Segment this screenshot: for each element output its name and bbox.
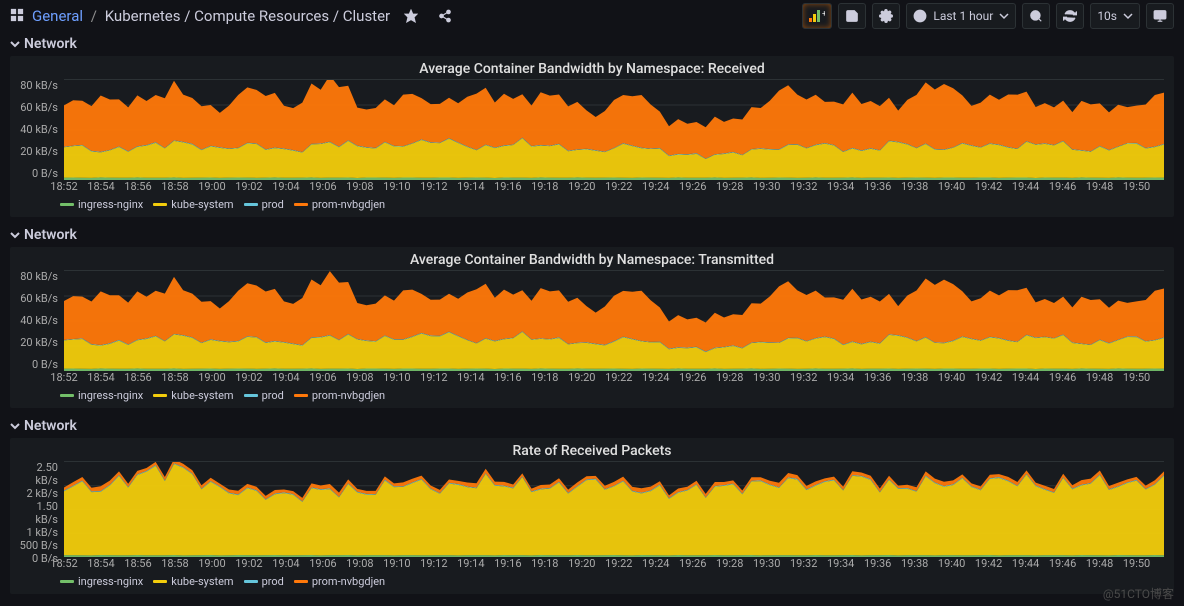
- dashboard-grid-icon[interactable]: [10, 8, 24, 25]
- legend-item[interactable]: kube-system: [153, 575, 233, 588]
- svg-text:+: +: [822, 10, 825, 18]
- x-axis: 18:5218:5418:5618:5819:0019:0219:0419:06…: [64, 557, 1164, 571]
- plot-area[interactable]: [64, 270, 1164, 371]
- row-header-network-1[interactable]: Network: [0, 32, 1184, 56]
- legend: ingress-nginx kube-system prod prom-nvbgdje…: [10, 194, 1174, 217]
- row-header-network-2[interactable]: Network: [0, 223, 1184, 247]
- chevron-down-icon: [10, 421, 20, 431]
- chevron-down-icon: [999, 11, 1009, 21]
- breadcrumb-page[interactable]: Kubernetes / Compute Resources / Cluster: [105, 7, 390, 25]
- star-icon[interactable]: [398, 3, 424, 29]
- add-panel-button[interactable]: +: [802, 3, 832, 29]
- panel-title: Average Container Bandwidth by Namespace…: [10, 56, 1174, 79]
- x-axis: 18:5218:5418:5618:5819:0019:0219:0419:06…: [64, 180, 1164, 194]
- header: General / Kubernetes / Compute Resources…: [0, 0, 1184, 32]
- chevron-down-icon: [10, 39, 20, 49]
- legend-item[interactable]: prod: [244, 198, 284, 211]
- panel-rate-received-packets[interactable]: Rate of Received Packets 2.50 kB/s2 kB/s…: [10, 438, 1174, 594]
- legend-item[interactable]: prod: [244, 389, 284, 402]
- legend-item[interactable]: kube-system: [153, 198, 233, 211]
- legend-item[interactable]: prom-nvbgdjen: [294, 389, 385, 402]
- legend-item[interactable]: prod: [244, 575, 284, 588]
- refresh-button[interactable]: [1056, 3, 1084, 29]
- panel-title: Rate of Received Packets: [10, 438, 1174, 461]
- legend-item[interactable]: prom-nvbgdjen: [294, 198, 385, 211]
- y-axis: 80 kB/s60 kB/s40 kB/s20 kB/s0 B/s: [16, 79, 62, 180]
- plot-area[interactable]: [64, 461, 1164, 557]
- refresh-interval-picker[interactable]: 10s: [1090, 3, 1140, 29]
- plot-area[interactable]: [64, 79, 1164, 180]
- y-axis: 80 kB/s60 kB/s40 kB/s20 kB/s0 B/s: [16, 270, 62, 371]
- legend-item[interactable]: ingress-nginx: [60, 198, 143, 211]
- panel-bandwidth-received[interactable]: Average Container Bandwidth by Namespace…: [10, 56, 1174, 217]
- legend: ingress-nginx kube-system prod prom-nvbgdje…: [10, 385, 1174, 408]
- legend-item[interactable]: kube-system: [153, 389, 233, 402]
- chevron-down-icon: [1123, 11, 1133, 21]
- legend-item[interactable]: ingress-nginx: [60, 575, 143, 588]
- share-icon[interactable]: [432, 3, 458, 29]
- x-axis: 18:5218:5418:5618:5819:0019:0219:0419:06…: [64, 371, 1164, 385]
- legend-item[interactable]: ingress-nginx: [60, 389, 143, 402]
- legend-item[interactable]: prom-nvbgdjen: [294, 575, 385, 588]
- panel-title: Average Container Bandwidth by Namespace…: [10, 247, 1174, 270]
- tv-mode-button[interactable]: [1146, 3, 1174, 29]
- chevron-down-icon: [10, 230, 20, 240]
- legend: ingress-nginx kube-system prod prom-nvbgdje…: [10, 571, 1174, 594]
- time-range-picker[interactable]: Last 1 hour: [906, 3, 1016, 29]
- row-header-network-3[interactable]: Network: [0, 414, 1184, 438]
- panel-bandwidth-transmitted[interactable]: Average Container Bandwidth by Namespace…: [10, 247, 1174, 408]
- breadcrumb: General / Kubernetes / Compute Resources…: [32, 7, 390, 25]
- settings-button[interactable]: [872, 3, 900, 29]
- save-button[interactable]: [838, 3, 866, 29]
- watermark: @51CTO博客: [1103, 585, 1174, 602]
- y-axis: 2.50 kB/s2 kB/s1.50 kB/s1 kB/s500 B/s0 B…: [16, 461, 62, 557]
- breadcrumb-root[interactable]: General: [32, 7, 83, 25]
- zoom-out-button[interactable]: [1022, 3, 1050, 29]
